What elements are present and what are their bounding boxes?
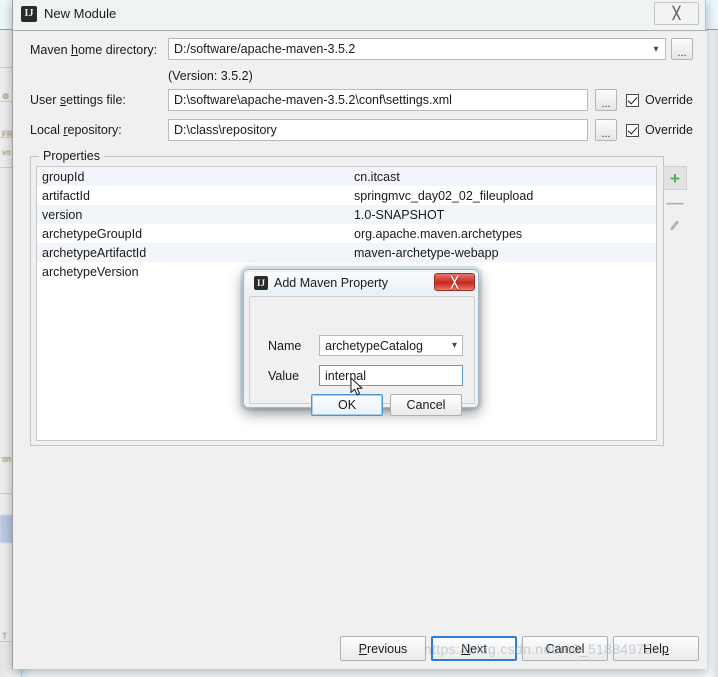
checkbox-icon[interactable] (626, 93, 639, 107)
dialog-title: New Module (44, 6, 117, 21)
property-name-label: Name (268, 339, 302, 353)
checkbox-icon[interactable] (626, 123, 639, 137)
pencil-icon (669, 220, 681, 232)
background-right-edge (710, 30, 718, 677)
intellij-idea-icon: IJ (254, 276, 268, 290)
add-maven-property-dialog: IJ Add Maven Property ╳ Name archetypeCa… (243, 269, 479, 416)
intellij-idea-icon: IJ (21, 6, 37, 22)
add-property-title: Add Maven Property (274, 276, 388, 290)
table-row[interactable]: archetypeGroupId org.apache.maven.archet… (37, 224, 656, 243)
watermark: https://blog.csdn.net/m0_51884972 (424, 641, 653, 657)
properties-group-title: Properties (39, 149, 104, 163)
property-value: cn.itcast (354, 169, 400, 184)
plus-icon: + (670, 168, 680, 188)
property-name: version (42, 207, 83, 222)
chevron-down-icon[interactable]: ▾ (452, 340, 457, 351)
property-value: 1.0-SNAPSHOT (354, 207, 445, 222)
remove-property-button[interactable]: — (663, 190, 687, 214)
chevron-down-icon[interactable]: ▾ (647, 39, 665, 59)
close-icon[interactable]: ╳ (434, 273, 475, 291)
table-row[interactable]: version 1.0-SNAPSHOT (37, 205, 656, 224)
user-settings-browse-button[interactable]: ... (595, 89, 617, 111)
table-row[interactable]: groupId cn.itcast (37, 167, 656, 186)
local-repository-override-label: Override (645, 123, 693, 137)
maven-home-browse-button[interactable]: ... (671, 38, 693, 60)
table-row[interactable]: archetypeArtifactId maven-archetype-weba… (37, 243, 656, 262)
maven-version-note: (Version: 3.5.2) (168, 69, 253, 83)
table-row[interactable]: artifactId springmvc_day02_02_fileupload (37, 186, 656, 205)
property-value: org.apache.maven.archetypes (354, 226, 523, 241)
local-repository-override-checkbox[interactable]: Override (626, 123, 693, 137)
property-value-input[interactable]: internal (319, 365, 463, 386)
user-settings-override-label: Override (645, 93, 693, 107)
close-icon[interactable]: ╳ (654, 2, 699, 25)
add-property-panel: Name archetypeCatalog ▾ Value internal O… (249, 296, 475, 416)
user-settings-override-checkbox[interactable]: Override (626, 93, 693, 107)
property-value: maven-archetype-webapp (354, 245, 499, 260)
minus-icon: — (666, 192, 684, 212)
local-repository-browse-button[interactable]: ... (595, 119, 617, 141)
cancel-button[interactable]: Cancel (390, 394, 462, 416)
user-settings-label: User settings file: (30, 93, 126, 107)
property-name: groupId (42, 169, 85, 184)
property-name: archetypeGroupId (42, 226, 143, 241)
property-name: artifactId (42, 188, 90, 203)
ok-button[interactable]: OK (311, 394, 383, 416)
property-name: archetypeVersion (42, 264, 139, 279)
local-repository-input[interactable]: D:\class\repository (168, 119, 588, 141)
property-value: springmvc_day02_02_fileupload (354, 188, 534, 203)
maven-home-input[interactable]: D:/software/apache-maven-3.5.2 (168, 38, 666, 60)
dialog-titlebar: IJ New Module ╳ (13, 0, 707, 30)
property-name-combobox[interactable]: archetypeCatalog ▾ (319, 335, 463, 356)
properties-toolbar: + — (663, 166, 687, 238)
property-name: archetypeArtifactId (42, 245, 147, 260)
edit-property-button[interactable] (663, 214, 687, 238)
local-repository-label: Local repository: (30, 123, 122, 137)
add-property-titlebar: IJ Add Maven Property ╳ (246, 272, 478, 294)
property-value-label: Value (268, 369, 300, 383)
user-settings-input[interactable]: D:\software\apache-maven-3.5.2\conf\sett… (168, 89, 588, 111)
previous-button[interactable]: Previous (340, 636, 426, 661)
screenshot-root: ⚙ FR vo on T IJ New Module ╳ Maven home … (0, 0, 718, 677)
add-property-button[interactable]: + (663, 166, 687, 190)
maven-home-label: Maven home directory: (30, 43, 158, 57)
